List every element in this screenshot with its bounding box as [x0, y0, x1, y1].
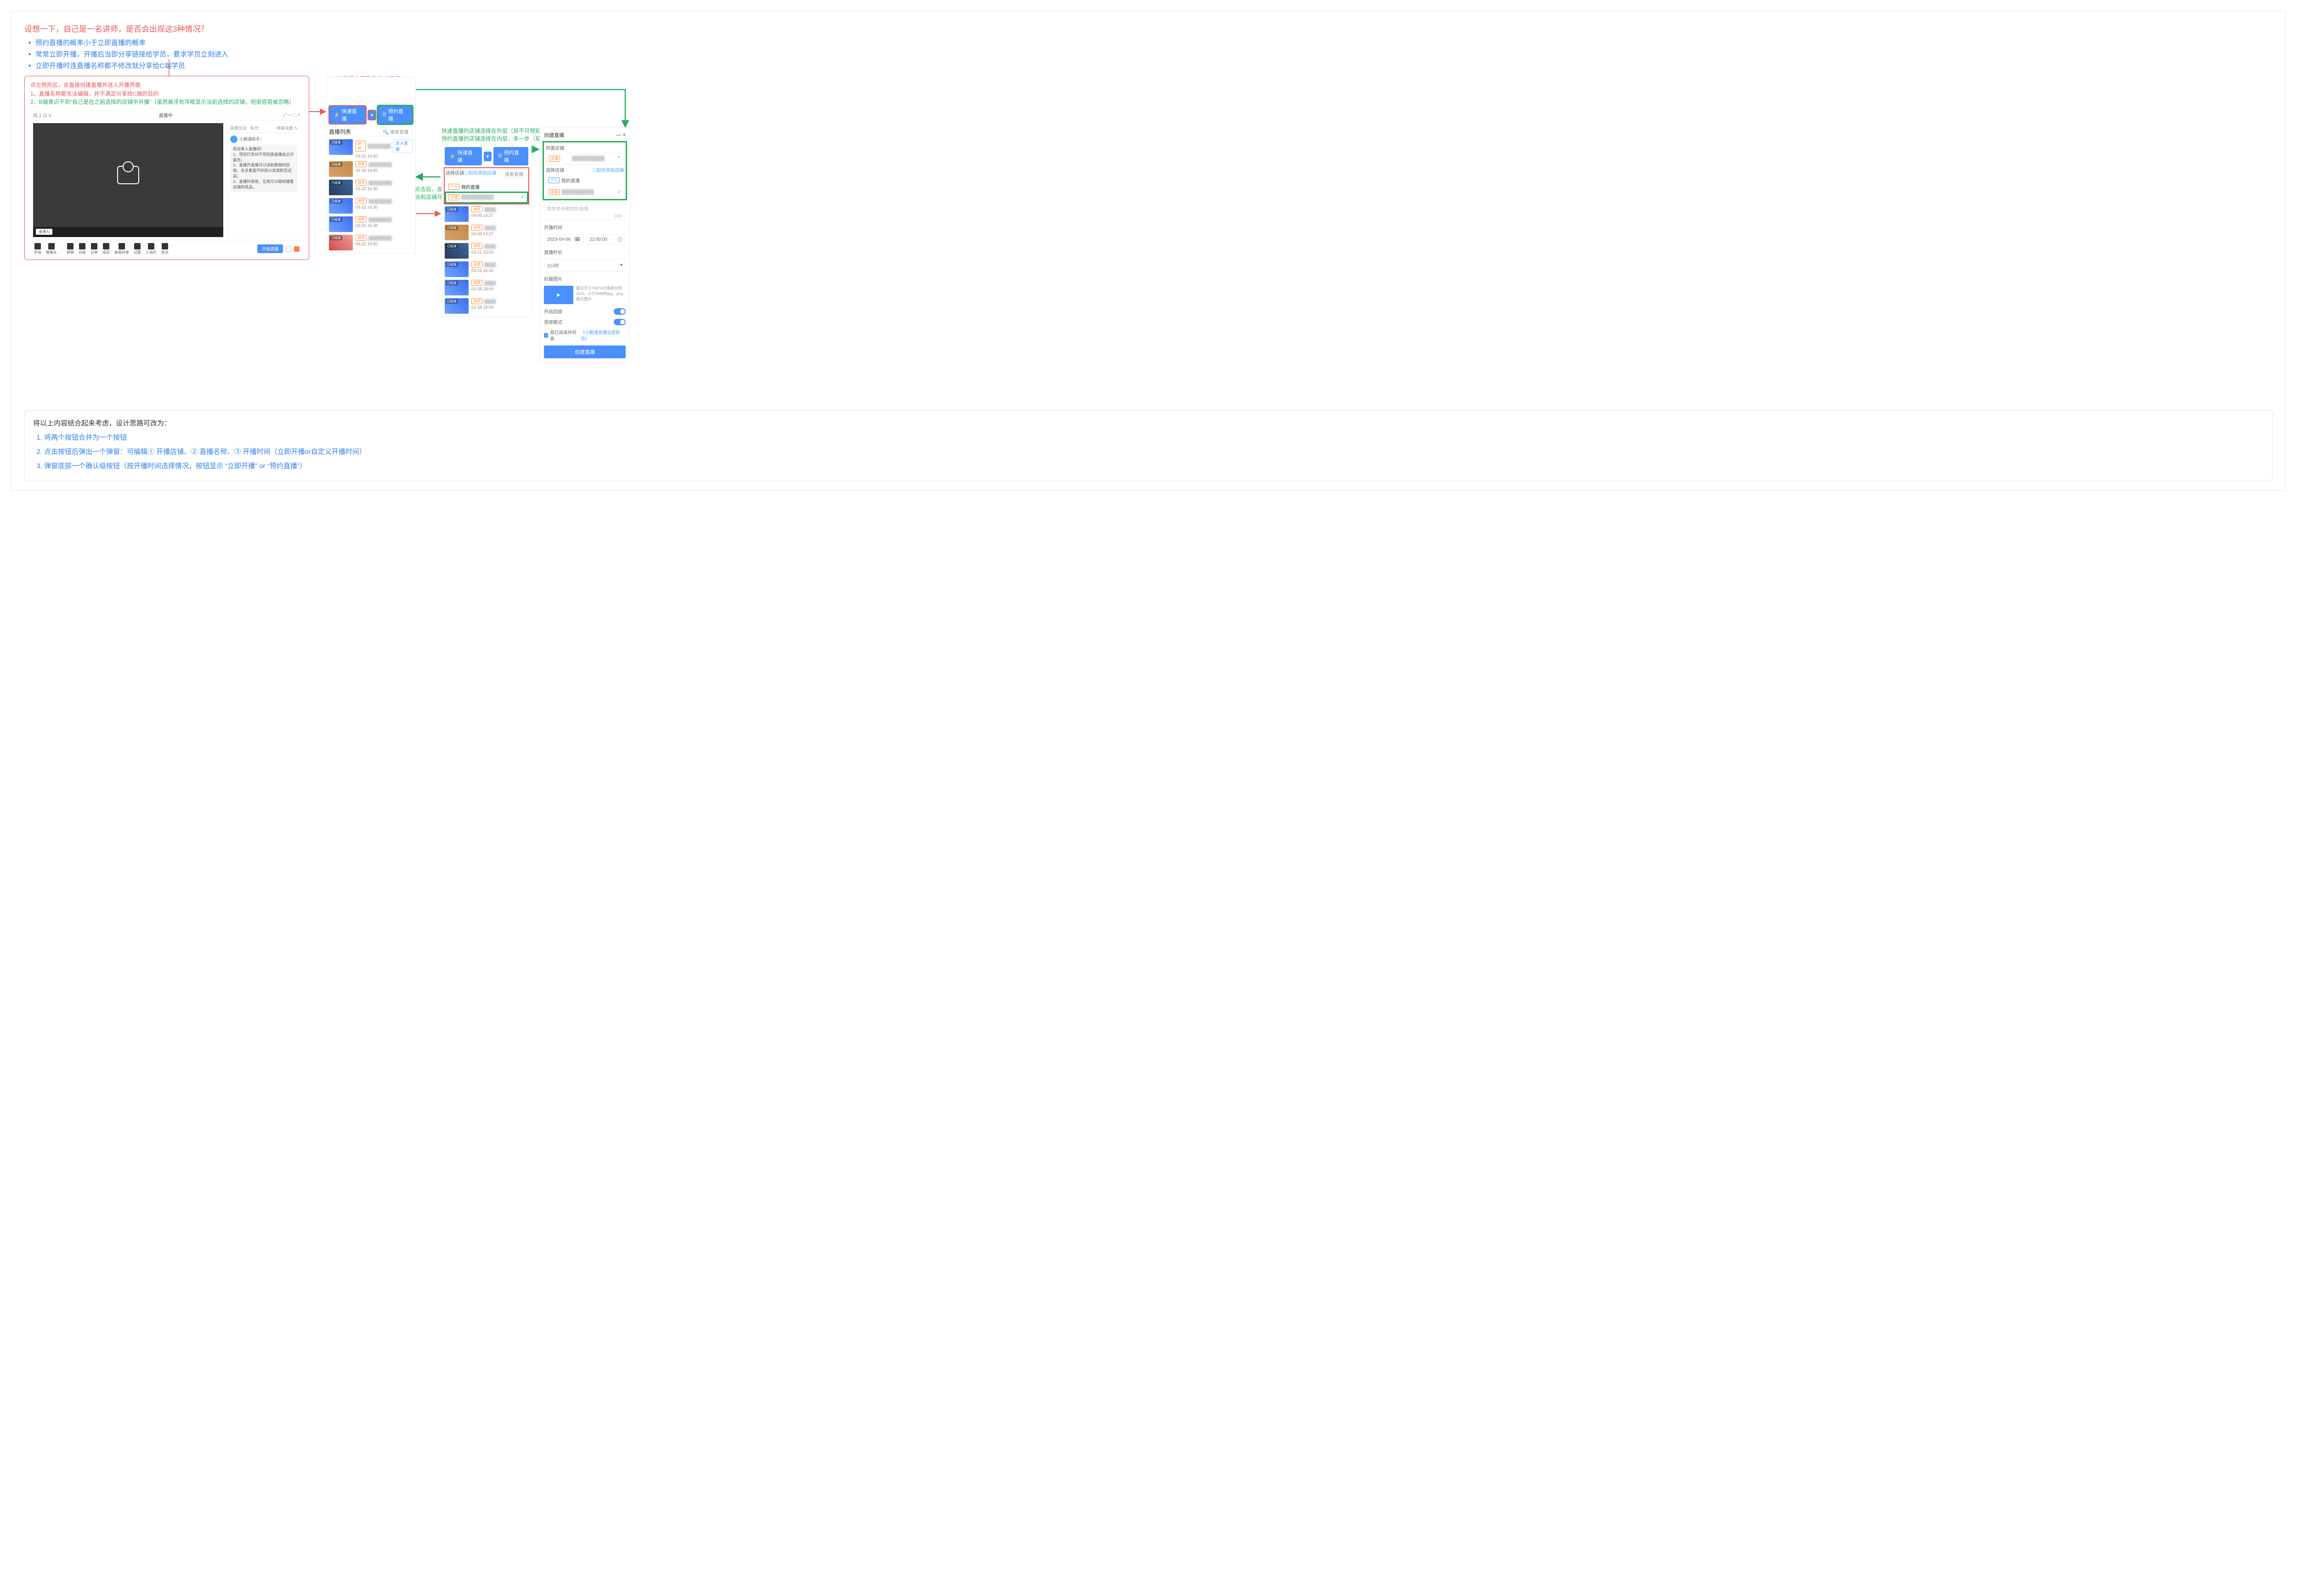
- agree-checkbox[interactable]: ✓: [544, 333, 548, 338]
- cover-upload[interactable]: ▶: [544, 286, 573, 304]
- store-picker-panel: ⚡ 快速直播 ▾ 🗎 预约直播 选择店铺 ⓘ如何添加店铺 搜索直播 个人我的直播…: [441, 144, 532, 317]
- chat-bubble: 欢迎来人直播间！ 1、项目打赏对不停机换直播会议功能态； 2、直播开直播可以讲前…: [230, 145, 298, 192]
- toggle-portrait-label: 竖屏模式: [544, 318, 562, 325]
- video-stage: [33, 123, 223, 227]
- cover-hint: 建议尺寸750*422或者比例16:9，小于5MB的jpg、png格式图片: [576, 286, 626, 304]
- time-label: 开播时间: [544, 224, 626, 231]
- tool-desktopshare[interactable]: 桌面共享: [114, 243, 129, 255]
- presenter-pill: 主讲人: [36, 229, 52, 235]
- tool-camera[interactable]: 摄像头: [46, 243, 57, 255]
- stage-bottom-bar: 主讲人: [33, 227, 223, 237]
- camera-icon: [117, 166, 139, 184]
- intro-bullets: 预约直播的概率小于立即直播的概率 常常立即开播，开播后当即分享链接给学员，要求学…: [24, 38, 2273, 70]
- store-label: 选择店铺: [446, 169, 464, 179]
- book-live-button-2[interactable]: 🗎 预约直播: [493, 147, 528, 165]
- summary-item: 将两个按钮合并为一个按钮: [44, 431, 2264, 444]
- studio-topleft: 风 2 凸 0: [33, 112, 51, 119]
- cover-label: 封面图片: [544, 275, 626, 282]
- quick-live-more-2[interactable]: ▾: [484, 152, 492, 161]
- time-picker[interactable]: 22:00:00🕒: [586, 234, 626, 245]
- search-input[interactable]: 🔍 搜索直播: [379, 127, 413, 136]
- create-title: 创建直播: [544, 131, 564, 139]
- tool-screen[interactable]: 屏幕: [67, 243, 74, 255]
- store-help-link-2[interactable]: ⓘ如何添加店铺: [592, 166, 624, 173]
- summary-lead: 将以上内容结合起来考虑，设计思路可改为：: [33, 417, 2264, 430]
- page-root: 设想一下，自己是一名讲师，是否会出现这3种情况？ 预约直播的概率小于立即直播的概…: [11, 11, 2286, 491]
- live-item[interactable]: 已结束 讲师████████03-22 16:30: [329, 198, 413, 214]
- intro-bullet: 常常立即开播，开播后当即分享链接给学员，要求学员立刻进入: [35, 49, 2273, 59]
- tool-settings[interactable]: 设置: [134, 243, 141, 255]
- live-item[interactable]: 已结束 讲师████████03-21 15:50: [329, 235, 413, 250]
- quick-live-button[interactable]: ⚡ 快速直播: [329, 106, 366, 124]
- live-item[interactable]: 已结束 讲师████████03-22 16:30: [329, 180, 413, 195]
- redbox-cap3: 2、B端意识不到"自己是在之前选择的店铺中开播"（虽然悬浮有浮框显示当前选择的店…: [30, 98, 303, 107]
- fld-store-label: 所属店铺: [546, 144, 624, 151]
- store-help-link[interactable]: ⓘ如何添加店铺: [464, 169, 496, 179]
- window-controls[interactable]: ⤢ — □ ×: [283, 113, 300, 118]
- agree-text: 我已阅读并同意: [550, 329, 578, 342]
- bot-name: 小鹅通助手：: [239, 136, 264, 142]
- chat-settings[interactable]: 弹幕设置 ✎: [277, 125, 298, 131]
- live-item[interactable]: 已结束讲师████03-22 16:30: [445, 261, 528, 277]
- studio-title: 直播中 ·: [159, 112, 175, 119]
- tool-bar[interactable]: 工具栏: [146, 243, 157, 255]
- lead-question: 设想一下，自己是一名讲师，是否会出现这3种情况？: [24, 23, 2273, 34]
- tool-more[interactable]: 更多: [161, 243, 169, 255]
- summary-box: 将以上内容结合起来考虑，设计思路可改为： 将两个按钮合并为一个按钮 点击按钮后弹…: [24, 410, 2273, 481]
- bot-avatar-icon: [230, 136, 238, 143]
- intro-bullet: 预约直播的概率小于立即直播的概率: [35, 38, 2273, 47]
- redbox-cap2: 1、直播名称都无法编辑，并不满足分享给C端的目的: [30, 90, 303, 98]
- quick-live-more-button[interactable]: ▾: [368, 110, 376, 120]
- studio-toolbar: 声音 摄像头 屏幕 白板 分享 成员 桌面共享 设置 工具栏 更多 开始直播: [30, 240, 303, 256]
- live-list-panel: ⚡ 快速直播 ▾ 🗎 预约直播 直播列表 🔍 搜索直播 已结束 讲师██████…: [326, 77, 416, 254]
- search-input-2[interactable]: 搜索直播: [501, 169, 527, 179]
- policy-link[interactable]: 《小鹅通直播运营规范》: [581, 329, 626, 342]
- toggle-playback[interactable]: [614, 308, 626, 315]
- create-live-panel: 创建直播 — × 所属店铺 店铺██████████⌃ 选择店铺ⓘ如何添加店铺 …: [540, 127, 630, 362]
- submit-create-button[interactable]: 创建直播: [544, 345, 626, 358]
- toggle-portrait[interactable]: [614, 319, 626, 325]
- chat-panel: 直播互动 私信 弹幕设置 ✎ 小鹅通助手： 欢迎来人直播间！ 1、项目打赏对不停…: [227, 123, 300, 237]
- live-item[interactable]: 已结束讲师████02-28 18:00: [445, 280, 528, 295]
- quick-live-button-2[interactable]: ⚡ 快速直播: [445, 147, 482, 165]
- store-bag-icon[interactable]: [294, 246, 300, 252]
- summary-item: 弹窗底部一个确认级按钮（按开播时间选择情况，按钮显示 “立即开播” or “预约…: [44, 460, 2264, 472]
- tool-audio[interactable]: 声音: [34, 243, 41, 255]
- live-item[interactable]: 已结束 讲师████████02-28 14:00: [329, 161, 413, 177]
- studio-window: 风 2 凸 0 直播中 · ⤢ — □ × 主讲人: [30, 110, 303, 256]
- live-item[interactable]: 已结束讲师████02-28 18:00: [445, 298, 528, 314]
- start-live-button[interactable]: 开始直播: [257, 244, 283, 253]
- annotated-canvas: 点左侧热区，会直接创建直播并进入开播界面 1、直播名称都无法编辑，并不满足分享给…: [24, 76, 2273, 397]
- enter-live-button[interactable]: 进入直播: [393, 139, 413, 153]
- intro-bullet: 立即开播时连直播名称都不修改就分享给C端学员: [35, 61, 2273, 70]
- store-opt-shop-2[interactable]: 店铺██████████✓: [546, 187, 624, 197]
- close-icon[interactable]: — ×: [617, 132, 626, 138]
- live-item[interactable]: 已结束讲师████04-06 14:27: [445, 225, 528, 240]
- chat-tab-live[interactable]: 直播互动: [230, 125, 247, 131]
- duration-label: 直播时长: [544, 249, 626, 255]
- live-item[interactable]: 已结束讲师████03-21 15:50: [445, 243, 528, 259]
- store-opt-personal-2[interactable]: 个人我的直播: [546, 175, 624, 186]
- store-opt-shop[interactable]: 店铺██████████✓: [446, 192, 527, 203]
- store-opt-personal[interactable]: 个人我的直播: [446, 181, 527, 192]
- book-live-button[interactable]: 🗎 预约直播: [378, 106, 413, 124]
- live-item[interactable]: 已结束 讲师████████进入直播 03-21 15:50: [329, 139, 413, 158]
- tool-members[interactable]: 成员: [102, 243, 110, 255]
- toggle-playback-label: 开启回放: [544, 308, 562, 315]
- live-name-input[interactable]: 歌歌老师教授的直播0/50: [544, 203, 626, 220]
- broadcast-window-redbox: 点左侧热区，会直接创建直播并进入开播界面 1、直播名称都无法编辑，并不满足分享给…: [24, 76, 309, 260]
- duration-picker[interactable]: 2小时▾: [544, 259, 626, 272]
- tool-share[interactable]: 分享: [91, 243, 98, 255]
- date-picker[interactable]: 2023-04-06🗓: [544, 234, 583, 245]
- live-item[interactable]: 已结束讲师████04-06 14:27: [445, 206, 528, 222]
- summary-item: 点击按钮后弹出一个弹窗：可编辑① 开播店铺、② 直播名称、③ 开播时间（立即开播…: [44, 446, 2264, 458]
- store-selected[interactable]: 店铺██████████⌃: [546, 153, 624, 164]
- live-item[interactable]: 已结束 讲师████████03-22 16:30: [329, 216, 413, 232]
- mini-icon-a[interactable]: [286, 246, 291, 252]
- live-list-title: 直播列表: [329, 128, 351, 136]
- chat-tab-dm[interactable]: 私信: [250, 125, 259, 131]
- tool-whiteboard[interactable]: 白板: [79, 243, 86, 255]
- store-pick-label: 选择店铺: [546, 166, 564, 173]
- redbox-cap1: 点左侧热区，会直接创建直播并进入开播界面: [30, 81, 303, 90]
